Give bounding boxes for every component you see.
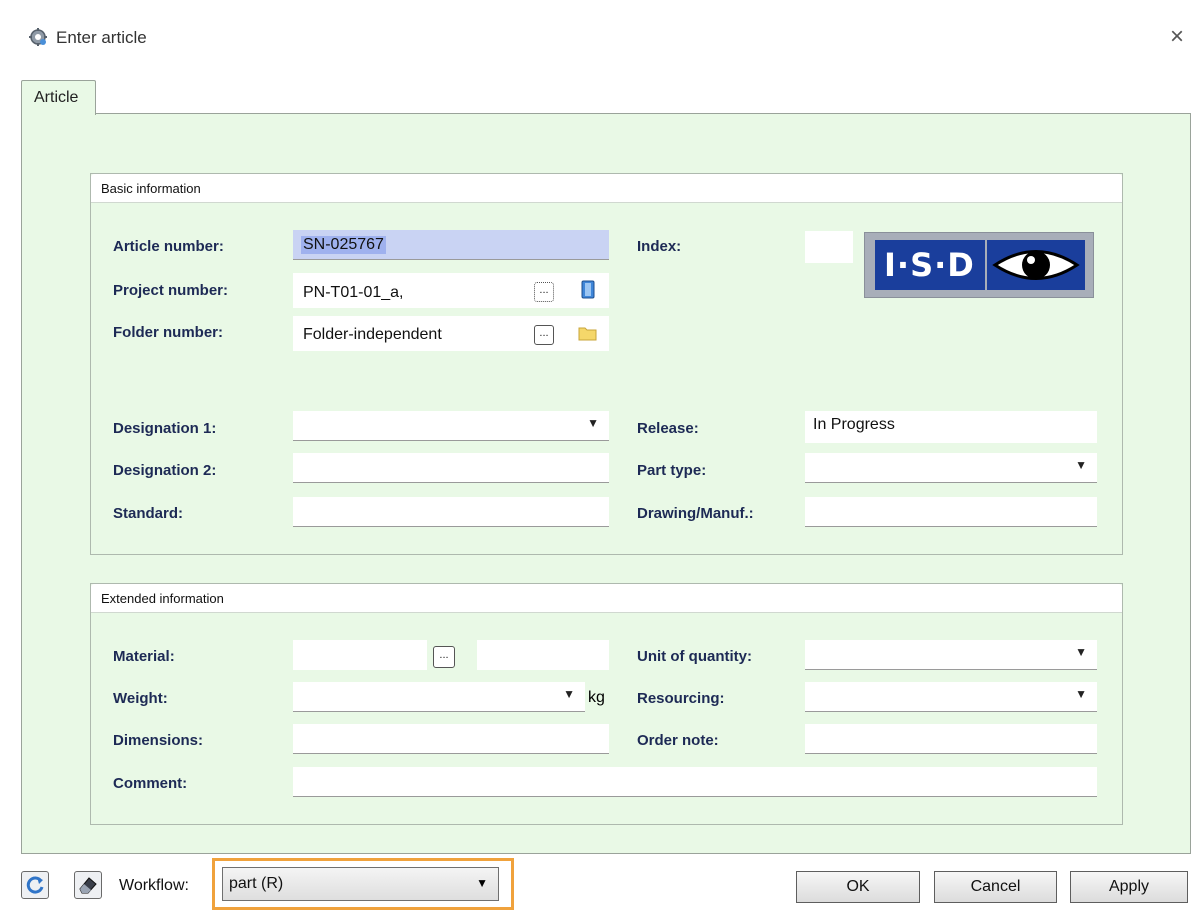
comment-label: Comment: xyxy=(113,775,188,792)
folder-number-field[interactable]: Folder-independent xyxy=(293,316,609,351)
workflow-label: Workflow: xyxy=(119,877,189,894)
project-browse-button[interactable]: ... xyxy=(534,282,554,302)
extended-information-title: Extended information xyxy=(101,591,224,606)
material-label: Material: xyxy=(113,648,175,665)
dimensions-label: Dimensions: xyxy=(113,732,204,749)
chevron-down-icon: ▼ xyxy=(476,876,488,890)
refresh-button[interactable] xyxy=(21,871,49,899)
resourcing-label: Resourcing: xyxy=(637,690,725,707)
standard-label: Standard: xyxy=(113,505,184,522)
designation1-label: Designation 1: xyxy=(113,420,217,437)
material-field[interactable] xyxy=(293,640,427,670)
designation1-select[interactable]: ▼ xyxy=(293,411,609,441)
folder-icon[interactable] xyxy=(578,324,598,342)
chevron-down-icon: ▼ xyxy=(1075,458,1087,472)
release-label: Release: xyxy=(637,420,699,437)
index-label: Index: xyxy=(637,238,682,255)
isd-logo-text: I·S·D xyxy=(884,246,975,284)
project-number-label: Project number: xyxy=(113,282,229,299)
workflow-value: part (R) xyxy=(229,875,284,892)
folder-number-value: Folder-independent xyxy=(303,326,442,343)
tab-article-label: Article xyxy=(34,89,79,106)
chevron-down-icon: ▼ xyxy=(587,416,599,430)
refresh-icon xyxy=(26,876,44,894)
ok-button[interactable]: OK xyxy=(796,871,920,903)
eraser-button[interactable] xyxy=(74,871,102,899)
weight-label: Weight: xyxy=(113,690,168,707)
workflow-select[interactable]: part (R) ▼ xyxy=(222,867,499,901)
release-value: In Progress xyxy=(813,416,895,433)
article-number-label: Article number: xyxy=(113,238,224,255)
material-browse-button[interactable]: ... xyxy=(433,646,455,668)
index-field[interactable] xyxy=(805,231,853,263)
weight-select[interactable]: ▼ xyxy=(293,682,585,712)
drawing-manuf-field[interactable] xyxy=(805,497,1097,527)
title-bar: Enter article × xyxy=(0,0,1200,80)
dimensions-field[interactable] xyxy=(293,724,609,754)
cancel-button[interactable]: Cancel xyxy=(934,871,1057,903)
gear-icon xyxy=(29,28,47,46)
isd-logo: I·S·D xyxy=(864,232,1094,298)
eye-icon xyxy=(987,240,1085,290)
drawing-manuf-label: Drawing/Manuf.: xyxy=(637,505,754,522)
chevron-down-icon: ▼ xyxy=(563,687,575,701)
isd-logo-block: I·S·D xyxy=(875,240,985,290)
chevron-down-icon: ▼ xyxy=(1075,645,1087,659)
designation2-field[interactable] xyxy=(293,453,609,483)
unit-of-quantity-select[interactable]: ▼ xyxy=(805,640,1097,670)
weight-unit: kg xyxy=(588,689,605,706)
folder-browse-button[interactable]: ... xyxy=(534,325,554,345)
resourcing-select[interactable]: ▼ xyxy=(805,682,1097,712)
order-note-field[interactable] xyxy=(805,724,1097,754)
designation2-label: Designation 2: xyxy=(113,462,217,479)
project-number-field[interactable]: PN-T01-01_a, xyxy=(293,273,609,308)
standard-field[interactable] xyxy=(293,497,609,527)
close-icon[interactable]: × xyxy=(1162,22,1192,52)
eraser-icon xyxy=(79,877,97,894)
release-field[interactable]: In Progress xyxy=(805,411,1097,443)
article-number-field[interactable]: SN-025767 xyxy=(293,230,609,260)
book-icon[interactable] xyxy=(579,280,597,300)
apply-button[interactable]: Apply xyxy=(1070,871,1188,903)
part-type-label: Part type: xyxy=(637,462,707,479)
material-field-2[interactable] xyxy=(477,640,609,670)
basic-information-header: Basic information xyxy=(91,174,1122,203)
folder-number-label: Folder number: xyxy=(113,324,224,341)
unit-of-quantity-label: Unit of quantity: xyxy=(637,648,752,665)
comment-field[interactable] xyxy=(293,767,1097,797)
window-title: Enter article xyxy=(56,28,147,47)
basic-information-title: Basic information xyxy=(101,181,201,196)
order-note-label: Order note: xyxy=(637,732,719,749)
article-number-value: SN-025767 xyxy=(301,236,386,254)
project-number-value: PN-T01-01_a, xyxy=(303,284,404,301)
tab-article[interactable]: Article xyxy=(21,80,96,115)
part-type-select[interactable]: ▼ xyxy=(805,453,1097,483)
extended-information-header: Extended information xyxy=(91,584,1122,613)
chevron-down-icon: ▼ xyxy=(1075,687,1087,701)
